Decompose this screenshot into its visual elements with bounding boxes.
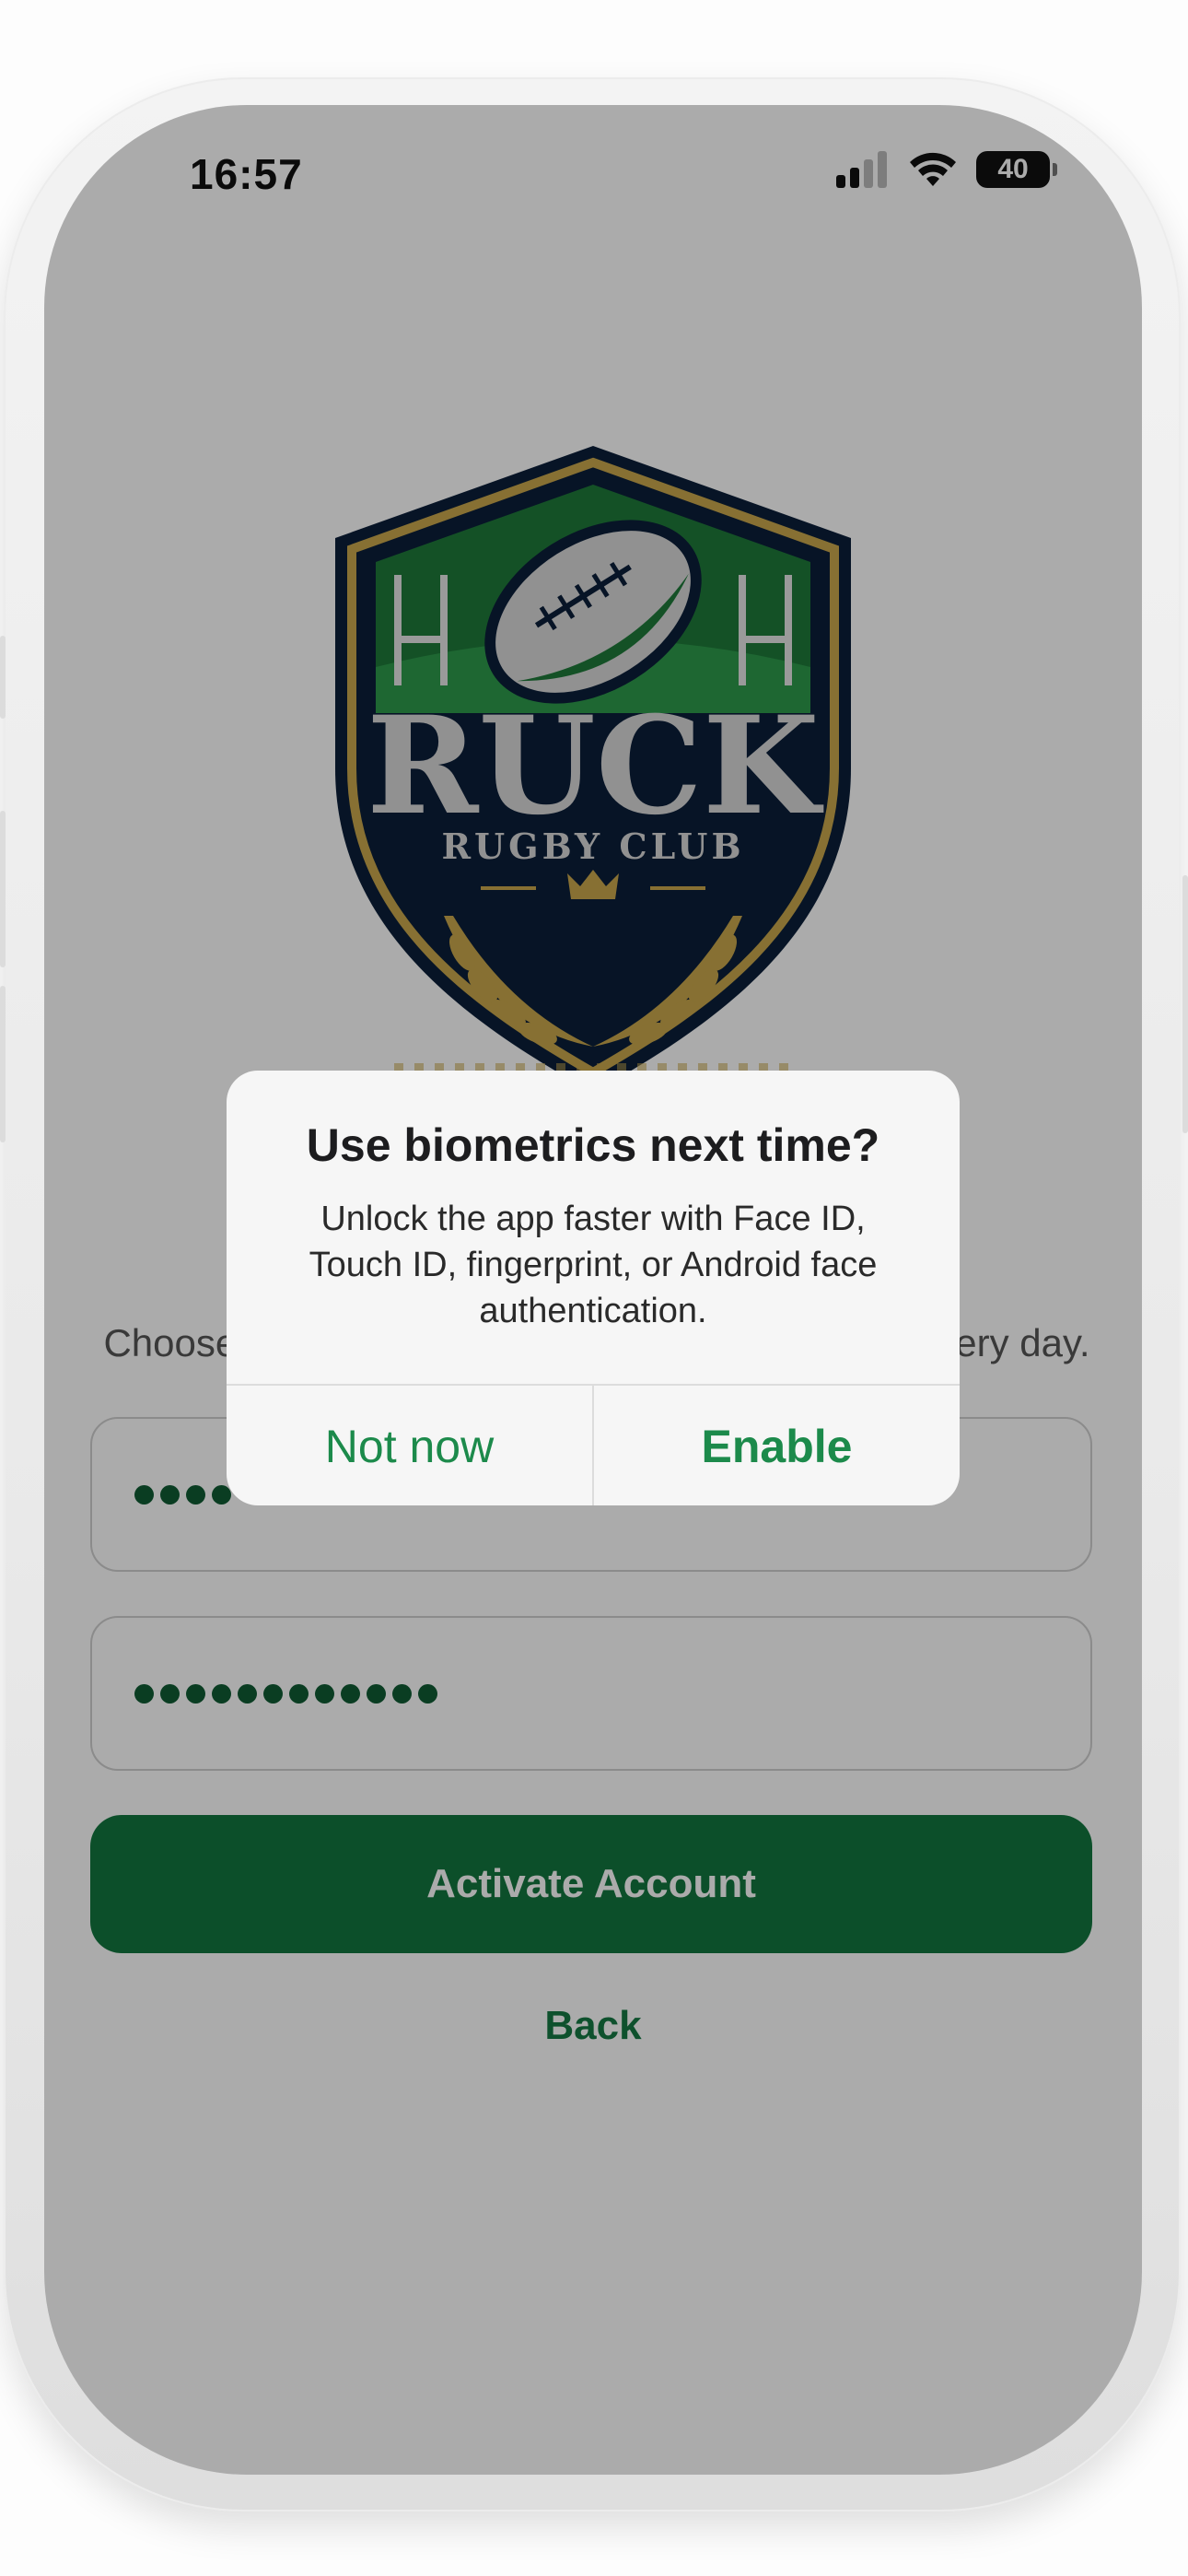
dialog-actions: Not now Enable bbox=[227, 1384, 960, 1505]
dialog-title: Use biometrics next time? bbox=[306, 1119, 880, 1171]
enable-button[interactable]: Enable bbox=[594, 1386, 960, 1505]
side-button bbox=[1182, 875, 1188, 1133]
app-screen: 16:57 40 RUCK RUGBY CLUB Choose ery day.… bbox=[44, 105, 1142, 2475]
not-now-button[interactable]: Not now bbox=[227, 1386, 592, 1505]
dialog-message: Unlock the app faster with Face ID, Touc… bbox=[309, 1200, 878, 1330]
side-button bbox=[0, 811, 6, 967]
side-button bbox=[0, 636, 6, 719]
biometrics-dialog: Use biometrics next time? Unlock the app… bbox=[227, 1071, 960, 1505]
side-button bbox=[0, 986, 6, 1142]
